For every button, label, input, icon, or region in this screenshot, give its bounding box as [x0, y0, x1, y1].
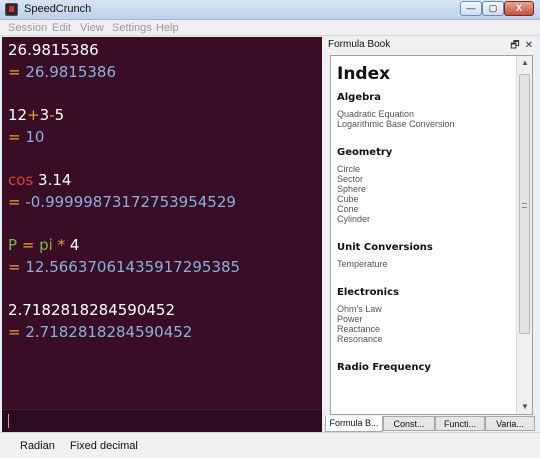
status-bar: Radian Fixed decimal [0, 432, 540, 458]
minimize-button[interactable]: — [460, 1, 482, 16]
formula-section: Radio Frequency [337, 362, 517, 373]
expression-line[interactable]: 26.9815386 [8, 41, 99, 59]
expression-token: 5 [54, 106, 65, 124]
text-caret [8, 414, 9, 428]
expression-token: + [27, 106, 40, 124]
scroll-down-icon[interactable]: ▼ [517, 400, 532, 414]
close-button[interactable]: X [504, 1, 534, 16]
expression-token: cos [8, 171, 34, 189]
formula-section: Algebra Quadratic Equation Logarithmic Bas… [337, 92, 517, 129]
expression-token: 2.7182818284590452 [8, 301, 176, 319]
scroll-grip-icon [522, 203, 527, 208]
formula-link[interactable]: Logarithmic Base Conversion [337, 119, 517, 129]
result-format-status[interactable]: Fixed decimal [70, 440, 138, 452]
title-bar: SpeedCrunch — ▢ X [0, 0, 540, 20]
result-line[interactable]: = 26.9815386 [8, 63, 116, 81]
dock-float-icon[interactable]: 🗗 [510, 40, 519, 51]
formula-link[interactable]: Cylinder [337, 214, 517, 224]
formula-section: Geometry Circle Sector Sphere Cube Cone Cylind… [337, 147, 517, 224]
menu-session[interactable]: Session [8, 22, 47, 34]
scroll-thumb[interactable] [519, 74, 530, 334]
result-value: -0.99999873172753954529 [25, 193, 236, 211]
equals-sign: = [8, 258, 26, 276]
formula-book-scrollbar[interactable]: ▲ ▼ [516, 56, 532, 414]
tab-variables[interactable]: Varia... [485, 416, 535, 431]
expression-line[interactable]: 2.7182818284590452 [8, 301, 175, 319]
expression-token: 3.14 [33, 171, 72, 189]
maximize-button[interactable]: ▢ [482, 1, 504, 16]
section-heading: Geometry [337, 147, 393, 158]
expression-line[interactable]: 12+3-5 [8, 106, 64, 124]
section-heading: Unit Conversions [337, 242, 433, 253]
expression-token: pi [39, 236, 53, 254]
result-line[interactable]: = 12.56637061435917295385 [8, 258, 240, 276]
formula-link[interactable]: Cone [337, 204, 517, 214]
menu-help[interactable]: Help [156, 22, 179, 34]
tab-functions[interactable]: Functi... [435, 416, 485, 431]
formula-section: Electronics Ohm's Law Power Reactance Resona… [337, 287, 517, 344]
expression-token: 3 [39, 106, 50, 124]
formula-link[interactable]: Sphere [337, 184, 517, 194]
menu-view[interactable]: View [80, 22, 104, 34]
equals-sign: = [8, 63, 26, 81]
formula-book-view[interactable]: Index Algebra Quadratic Equation Logarithm… [330, 55, 533, 415]
formula-link[interactable]: Ohm's Law [337, 304, 517, 314]
formula-link[interactable]: Temperature [337, 259, 517, 269]
equals-sign: = [8, 128, 26, 146]
tab-formula-book[interactable]: Formula B... [325, 416, 383, 432]
expression-token: 4 [69, 236, 80, 254]
expression-token: P [8, 236, 18, 254]
formula-link[interactable]: Circle [337, 164, 517, 174]
result-value: 26.9815386 [25, 63, 117, 81]
result-value: 10 [25, 128, 45, 146]
expression-token: = [17, 236, 40, 254]
formula-section: Unit Conversions Temperature [337, 242, 517, 269]
section-heading: Electronics [337, 287, 399, 298]
index-title: Index [337, 64, 391, 84]
equals-sign: = [8, 193, 26, 211]
result-line[interactable]: = 2.7182818284590452 [8, 323, 192, 341]
window-title: SpeedCrunch [24, 3, 92, 15]
menu-edit[interactable]: Edit [52, 22, 71, 34]
expression-line[interactable]: cos 3.14 [8, 171, 71, 189]
scroll-up-icon[interactable]: ▲ [517, 56, 532, 70]
result-display[interactable]: 26.9815386 = 26.9815386 12+3-5 = 10 cos 3.14… [2, 37, 322, 409]
formula-link[interactable]: Reactance [337, 324, 517, 334]
angle-mode-status[interactable]: Radian [20, 440, 55, 452]
menu-bar: Session Edit View Settings Help [0, 20, 540, 36]
result-line[interactable]: = 10 [8, 128, 44, 146]
formula-link[interactable]: Resonance [337, 334, 517, 344]
speedcrunch-app-icon [5, 3, 18, 16]
dock-tabs: Formula B... Const... Functi... Varia... [325, 416, 537, 432]
expression-token: * [52, 236, 70, 254]
menu-settings[interactable]: Settings [112, 22, 152, 34]
expression-token: 12 [8, 106, 28, 124]
result-line[interactable]: = -0.99999873172753954529 [8, 193, 236, 211]
formula-link[interactable]: Sector [337, 174, 517, 184]
tab-constants[interactable]: Const... [383, 416, 435, 431]
formula-link[interactable]: Cube [337, 194, 517, 204]
section-heading: Radio Frequency [337, 362, 431, 373]
expression-input[interactable] [2, 409, 322, 432]
formula-book-dock: Formula Book 🗗 ✕ Index Algebra Quadratic E… [325, 37, 537, 432]
section-heading: Algebra [337, 92, 381, 103]
equals-sign: = [8, 323, 26, 341]
formula-link[interactable]: Quadratic Equation [337, 109, 517, 119]
expression-token: 26.9815386 [8, 41, 99, 59]
expression-line[interactable]: P = pi * 4 [8, 236, 79, 254]
dock-close-icon[interactable]: ✕ [525, 40, 533, 51]
formula-link[interactable]: Power [337, 314, 517, 324]
result-value: 12.56637061435917295385 [25, 258, 241, 276]
result-value: 2.7182818284590452 [25, 323, 193, 341]
